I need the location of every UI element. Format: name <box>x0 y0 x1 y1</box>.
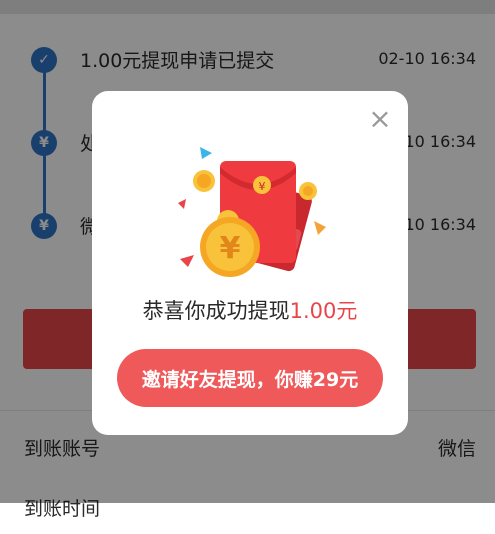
withdraw-amount: 1.00元 <box>289 299 358 323</box>
close-icon[interactable]: × <box>366 105 394 133</box>
congrats-prefix: 恭喜你成功提现 <box>142 299 290 323</box>
withdraw-success-dialog: × ¥ ¥ 恭喜你成功提现1.00元 邀请好友提现，你赚29元 <box>92 91 408 435</box>
invite-friends-button[interactable]: 邀请好友提现，你赚29元 <box>117 349 383 407</box>
svg-text:¥: ¥ <box>220 231 241 266</box>
red-envelope-icon: ¥ ¥ <box>178 147 326 277</box>
congrats-text: 恭喜你成功提现1.00元 <box>92 295 408 325</box>
svg-text:¥: ¥ <box>259 180 266 193</box>
